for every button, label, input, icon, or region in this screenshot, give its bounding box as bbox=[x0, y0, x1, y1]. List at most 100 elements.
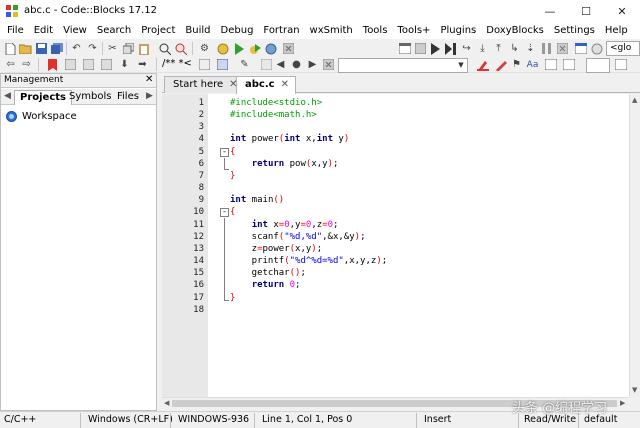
code-completion-prev-icon[interactable] bbox=[260, 58, 273, 71]
menu-fortran[interactable]: Fortran bbox=[258, 25, 304, 36]
line-number: 16 bbox=[193, 280, 204, 290]
debug-stop-icon[interactable] bbox=[556, 42, 569, 55]
menu-doxyblocks[interactable]: DoxyBlocks bbox=[481, 25, 549, 36]
menu-edit[interactable]: Edit bbox=[29, 25, 58, 36]
menu-wxsmith[interactable]: wxSmith bbox=[305, 25, 358, 36]
fold-margin bbox=[208, 94, 224, 397]
debug-step-out-icon[interactable]: ⤒ bbox=[492, 42, 505, 55]
open-folder-icon[interactable] bbox=[19, 42, 32, 55]
doxy-config-icon[interactable] bbox=[216, 58, 229, 71]
rebuild-icon[interactable] bbox=[264, 42, 277, 55]
view-panel-icon[interactable] bbox=[614, 58, 627, 71]
forward-arrow-icon[interactable]: ▶ bbox=[306, 58, 319, 71]
back-arrow-icon[interactable]: ◀ bbox=[274, 58, 287, 71]
scroll-down-icon[interactable]: ▼ bbox=[632, 386, 637, 394]
maximize-button[interactable]: ☐ bbox=[568, 0, 604, 22]
line-number-gutter: 1 2 3 4 5 6 7 8 9 10 11 12 13 14 15 16 1… bbox=[162, 94, 208, 397]
doxyblocks-comment-button[interactable]: /** *< bbox=[162, 58, 192, 69]
find-icon[interactable] bbox=[158, 42, 171, 55]
code-editor[interactable]: 1 2 3 4 5 6 7 8 9 10 11 12 13 14 15 16 1… bbox=[162, 94, 629, 397]
debug-next-line-icon[interactable]: ↪ bbox=[460, 42, 473, 55]
abort-icon[interactable] bbox=[282, 42, 295, 55]
match-case-icon[interactable]: ⚑ bbox=[510, 58, 523, 71]
fold-toggle-icon[interactable]: - bbox=[220, 148, 229, 157]
debug-step-instruction-icon[interactable]: ⇣ bbox=[524, 42, 537, 55]
line-number: 17 bbox=[193, 293, 204, 303]
menu-view[interactable]: View bbox=[58, 25, 92, 36]
show-whitespace-icon[interactable] bbox=[562, 58, 575, 71]
save-icon[interactable] bbox=[35, 42, 48, 55]
jump-back-icon[interactable]: ⇦ bbox=[4, 58, 17, 71]
undo-icon[interactable]: ↶ bbox=[70, 42, 83, 55]
tab-abc-c[interactable]: abc.c ✕ bbox=[236, 76, 296, 94]
aa-icon[interactable]: Aa bbox=[526, 58, 539, 71]
scroll-left-icon[interactable]: ◀ bbox=[164, 399, 169, 407]
cut-icon[interactable]: ✂ bbox=[106, 42, 119, 55]
save-all-icon[interactable] bbox=[50, 42, 63, 55]
minimize-button[interactable]: — bbox=[532, 0, 568, 22]
tab-start-here[interactable]: Start here ✕ bbox=[164, 76, 245, 93]
debug-info-icon[interactable] bbox=[590, 42, 603, 55]
window-title: abc.c - Code::Blocks 17.12 bbox=[24, 5, 158, 16]
toggle-comment-icon[interactable] bbox=[494, 58, 507, 71]
code-line: return pow(x,y); bbox=[251, 159, 339, 169]
debug-toggle-icon[interactable] bbox=[414, 42, 427, 55]
redo-icon[interactable]: ↷ bbox=[86, 42, 99, 55]
debug-windows-icon[interactable] bbox=[574, 42, 587, 55]
bookmark-down-icon[interactable]: ⬇ bbox=[118, 58, 131, 71]
menu-build[interactable]: Build bbox=[180, 25, 215, 36]
menu-tools-plus[interactable]: Tools+ bbox=[392, 25, 435, 36]
run-icon[interactable] bbox=[232, 42, 245, 55]
menu-tools[interactable]: Tools bbox=[358, 25, 393, 36]
debug-start-icon[interactable] bbox=[428, 42, 441, 55]
menu-debug[interactable]: Debug bbox=[216, 25, 259, 36]
new-file-icon[interactable] bbox=[4, 42, 17, 55]
bookmark-next-icon[interactable] bbox=[82, 58, 95, 71]
bookmark-prev-icon[interactable] bbox=[64, 58, 77, 71]
workspace-tree-item[interactable]: Workspace bbox=[6, 109, 77, 123]
menu-help[interactable]: Help bbox=[600, 25, 633, 36]
doxy-run-icon[interactable]: ✎ bbox=[238, 58, 251, 71]
tab-symbols[interactable]: Symbols bbox=[64, 90, 116, 105]
bookmark-right-icon[interactable]: ➡ bbox=[136, 58, 149, 71]
record-icon[interactable]: ● bbox=[290, 58, 303, 71]
menu-file[interactable]: File bbox=[2, 25, 29, 36]
build-and-run-icon[interactable] bbox=[248, 42, 261, 55]
close-button[interactable]: ✕ bbox=[604, 0, 640, 22]
debug-step-into-icon[interactable]: ⤓ bbox=[476, 42, 489, 55]
debug-next-instruction-icon[interactable]: ↳ bbox=[508, 42, 521, 55]
fold-toggle-icon[interactable]: - bbox=[220, 208, 229, 217]
line-number: 11 bbox=[193, 220, 204, 230]
function-combo[interactable]: ▼ bbox=[338, 58, 468, 73]
bookmark-clear-icon[interactable] bbox=[100, 58, 113, 71]
highlight-icon[interactable] bbox=[476, 58, 489, 71]
paste-icon[interactable] bbox=[138, 42, 151, 55]
code-line: int main() bbox=[230, 195, 285, 205]
clear-icon[interactable] bbox=[322, 58, 335, 71]
debug-window-icon[interactable] bbox=[398, 42, 411, 55]
doxy-extract-icon[interactable] bbox=[198, 58, 211, 71]
scroll-up-icon[interactable]: ▲ bbox=[632, 96, 637, 104]
close-icon[interactable]: ✕ bbox=[145, 74, 153, 85]
tab-files[interactable]: Files bbox=[112, 90, 144, 105]
tab-scroll-left-icon[interactable]: ◀ bbox=[4, 91, 11, 101]
zoom-combo[interactable] bbox=[586, 58, 610, 73]
scroll-right-icon[interactable]: ▶ bbox=[620, 399, 625, 407]
menu-settings[interactable]: Settings bbox=[549, 25, 600, 36]
menu-project[interactable]: Project bbox=[136, 25, 180, 36]
menu-search[interactable]: Search bbox=[92, 25, 136, 36]
close-icon[interactable]: ✕ bbox=[281, 79, 289, 94]
build-settings-icon[interactable]: ⚙ bbox=[198, 42, 211, 55]
jump-forward-icon[interactable]: ⇨ bbox=[20, 58, 33, 71]
copy-icon[interactable] bbox=[122, 42, 135, 55]
tab-scroll-right-icon[interactable]: ▶ bbox=[146, 91, 153, 101]
menu-plugins[interactable]: Plugins bbox=[435, 25, 481, 36]
bookmark-toggle-icon[interactable] bbox=[46, 58, 59, 71]
target-combo[interactable]: <glo bbox=[606, 41, 640, 56]
regex-icon[interactable] bbox=[544, 58, 557, 71]
vertical-scrollbar[interactable]: ▲ ▼ bbox=[629, 94, 640, 397]
build-gear-icon[interactable] bbox=[216, 42, 229, 55]
debug-run-to-cursor-icon[interactable] bbox=[444, 42, 457, 55]
replace-icon[interactable] bbox=[174, 42, 187, 55]
debug-pause-icon[interactable] bbox=[540, 42, 553, 55]
